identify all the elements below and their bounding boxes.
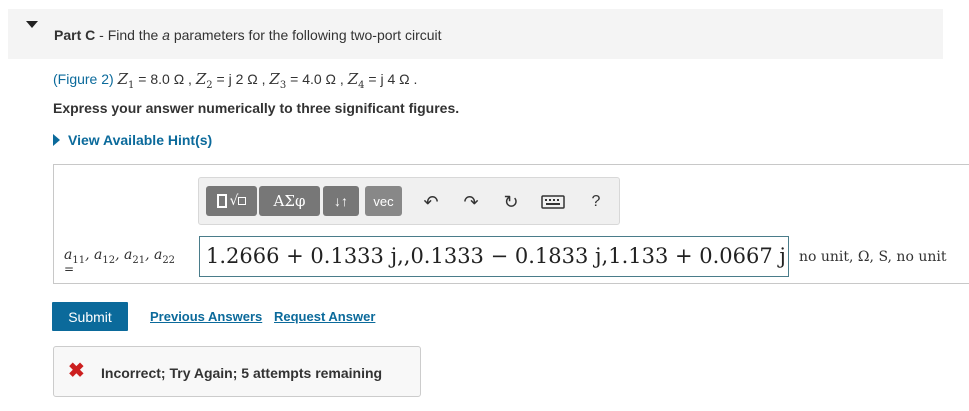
part-title-after: parameters for the following two-port ci… bbox=[169, 27, 442, 43]
z3-value: = 4.0 Ω , bbox=[286, 71, 348, 87]
feedback-message: Incorrect; Try Again; 5 attempts remaini… bbox=[101, 365, 383, 381]
view-hints-toggle[interactable]: View Available Hint(s) bbox=[53, 132, 212, 148]
problem-statement: (Figure 2) Z1 = 8.0 Ω , Z2 = j 2 Ω , Z3 … bbox=[53, 70, 417, 91]
z2-value: = j 2 Ω , bbox=[212, 71, 270, 87]
z1-symbol: Z1 bbox=[117, 70, 135, 91]
z4-value: = j 4 Ω . bbox=[364, 71, 418, 87]
z4-symbol: Z4 bbox=[347, 70, 365, 91]
redo-icon[interactable]: ↷ bbox=[461, 192, 481, 212]
help-button[interactable]: ? bbox=[586, 192, 606, 212]
keyboard-icon[interactable] bbox=[541, 194, 565, 214]
undo-icon[interactable]: ↶ bbox=[421, 192, 441, 212]
part-title-italic: a bbox=[162, 27, 170, 43]
instruction-text: Express your answer numerically to three… bbox=[53, 100, 460, 116]
vector-button[interactable]: vec bbox=[365, 186, 402, 216]
arrows-button[interactable]: ↓↑ bbox=[323, 186, 359, 216]
units-label: no unit, Ω, S, no unit bbox=[799, 249, 947, 265]
equals-sign: = bbox=[64, 262, 75, 276]
hint-label: View Available Hint(s) bbox=[68, 132, 213, 148]
answer-input[interactable]: 1.2666 + 0.1333 j,,0.1333 − 0.1833 j,1.1… bbox=[199, 236, 789, 277]
part-title: Part C - Find the a parameters for the f… bbox=[54, 27, 442, 43]
math-toolbar: √ ΑΣφ ↓↑ vec ↶ ↷ ↻ ? bbox=[198, 177, 620, 225]
part-label: Part C bbox=[54, 27, 96, 43]
keyboard-glyph bbox=[541, 195, 565, 209]
sqrt-icon: √ bbox=[229, 193, 239, 209]
submit-button[interactable]: Submit bbox=[52, 302, 128, 331]
feedback-box: ✖ Incorrect; Try Again; 5 attempts remai… bbox=[53, 346, 421, 397]
z1-value: = 8.0 Ω , bbox=[134, 71, 196, 87]
incorrect-icon: ✖ bbox=[68, 360, 85, 382]
expand-triangle-icon bbox=[53, 134, 60, 146]
z3-symbol: Z3 bbox=[269, 70, 287, 91]
template-box-icon bbox=[216, 194, 227, 208]
templates-button[interactable]: √ bbox=[206, 186, 257, 216]
greek-symbols-button[interactable]: ΑΣφ bbox=[259, 186, 320, 216]
part-separator: - bbox=[95, 27, 108, 43]
variables-label: a11, a12, a21, a22 bbox=[64, 247, 176, 266]
request-answer-link[interactable]: Request Answer bbox=[274, 309, 375, 324]
reset-icon[interactable]: ↻ bbox=[501, 192, 521, 212]
previous-answers-link[interactable]: Previous Answers bbox=[150, 309, 262, 324]
collapse-arrow-icon[interactable] bbox=[26, 21, 38, 28]
z2-symbol: Z2 bbox=[195, 70, 213, 91]
template-square-icon bbox=[238, 197, 247, 205]
figure-link[interactable]: (Figure 2) bbox=[53, 71, 114, 87]
part-title-before: Find the bbox=[107, 27, 163, 43]
